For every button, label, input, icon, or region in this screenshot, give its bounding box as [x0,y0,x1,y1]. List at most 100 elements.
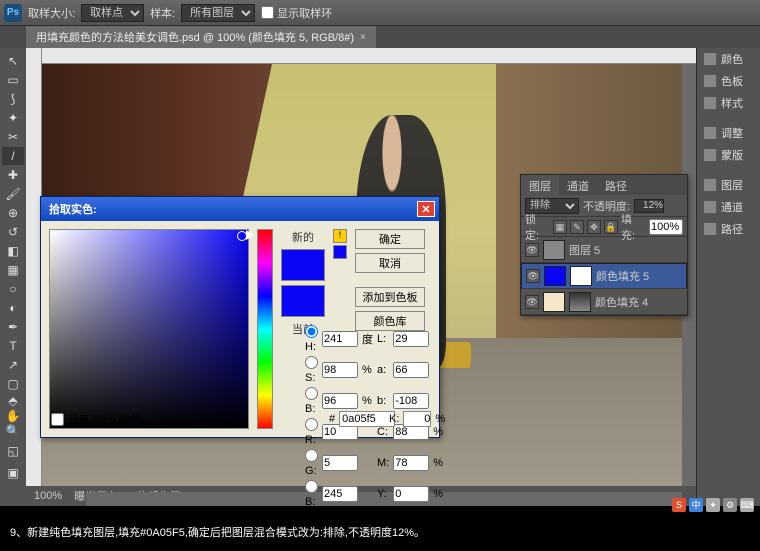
visibility-icon[interactable]: 👁 [525,243,539,257]
panel-paths[interactable]: 路径 [697,218,760,240]
tray-icon[interactable]: ✦ [706,498,720,512]
lock-label: 锁定: [525,211,550,243]
swatch-icon [703,74,717,88]
eyedropper-tool-icon[interactable]: / [2,147,24,165]
layers-panel: 图层 通道 路径 排除 不透明度: 锁定: ▦ ✎ ✥ 🔒 填充: 👁 图层 5… [520,174,688,316]
h-input[interactable] [322,331,358,347]
eyedropper-tool-icon[interactable]: Ps [4,4,22,22]
move-tool-icon[interactable]: ↖ [2,52,24,70]
pen-tool-icon[interactable]: ✒ [2,318,24,336]
gradient-tool-icon[interactable]: ▦ [2,261,24,279]
saturation-value-field[interactable] [49,229,249,429]
zoom-level[interactable]: 100% [34,490,62,502]
heal-tool-icon[interactable]: ✚ [2,166,24,184]
options-bar: Ps 取样大小: 取样点 样本: 所有图层 显示取样环 [0,0,760,26]
k-input[interactable] [403,411,431,427]
lock-trans-icon[interactable]: ▦ [553,220,567,234]
ok-button[interactable]: 确定 [355,229,425,249]
s-input[interactable] [322,362,358,378]
lock-all-icon[interactable]: 🔒 [604,220,618,234]
a-input[interactable] [393,362,429,378]
sample-select[interactable]: 所有图层 [181,4,255,22]
sample-size-select[interactable]: 取样点 [81,4,144,22]
tray-icon[interactable]: S [672,498,686,512]
tray-icon[interactable]: ⌨ [740,498,754,512]
bb-input[interactable] [322,486,358,502]
wand-tool-icon[interactable]: ✦ [2,109,24,127]
l-label: L: [377,333,389,345]
hex-label: # [329,413,335,425]
color-swap-icon[interactable]: ◱ [2,439,24,463]
web-only-checkbox[interactable]: 只有 Web 颜色 [51,411,141,427]
channels-icon [703,200,717,214]
eraser-tool-icon[interactable]: ◧ [2,242,24,260]
panel-channels[interactable]: 通道 [697,196,760,218]
close-button[interactable]: ✕ [417,201,435,217]
tab-channels[interactable]: 通道 [559,175,597,195]
h-radio[interactable]: H: [305,325,318,353]
fill-input[interactable] [649,219,683,235]
panel-mask[interactable]: 蒙版 [697,144,760,166]
shape-tool-icon[interactable]: ▢ [2,375,24,393]
layer-row[interactable]: 👁 颜色填充 4 [521,289,687,315]
panel-layers[interactable]: 图层 [697,174,760,196]
tab-layers[interactable]: 图层 [521,175,559,195]
type-tool-icon[interactable]: T [2,337,24,355]
lock-pos-icon[interactable]: ✥ [587,220,601,234]
stamp-tool-icon[interactable]: ⊕ [2,204,24,222]
tab-paths[interactable]: 路径 [597,175,635,195]
layers-icon [703,178,717,192]
dodge-tool-icon[interactable]: ◐ [2,299,24,317]
path-tool-icon[interactable]: ↗ [2,356,24,374]
3d-tool-icon[interactable]: ⬘ [2,394,24,408]
r-radio[interactable]: R: [305,418,318,446]
brush-tool-icon[interactable]: 🖌 [2,185,24,203]
crop-tool-icon[interactable]: ✂ [2,128,24,146]
ruler-horizontal[interactable] [42,48,696,64]
m-input[interactable] [393,455,429,471]
s-radio[interactable]: S: [305,356,318,384]
cancel-button[interactable]: 取消 [355,253,425,273]
hue-slider[interactable] [257,229,273,429]
fill-label: 填充: [621,211,646,243]
hand-tool-icon[interactable]: ✋ [2,409,24,423]
visibility-icon[interactable]: 👁 [525,295,539,309]
color-icon [703,52,717,66]
websafe-warning-icon[interactable] [333,245,347,259]
a-label: a: [377,364,389,376]
panel-adjust[interactable]: 调整 [697,122,760,144]
gamut-warning-icon[interactable]: ! [333,229,347,243]
g-input[interactable] [322,455,358,471]
hex-input[interactable] [339,411,395,427]
layer-row[interactable]: 👁 颜色填充 5 [521,263,687,289]
bb-radio[interactable]: B: [305,480,318,508]
add-swatch-button[interactable]: 添加到色板 [355,287,425,307]
quickmask-icon[interactable]: ▣ [2,464,24,482]
panel-color[interactable]: 颜色 [697,48,760,70]
b-radio[interactable]: B: [305,387,318,415]
tray-icon[interactable]: ⚙ [723,498,737,512]
lab-b-input[interactable] [393,393,429,409]
panel-styles[interactable]: 样式 [697,92,760,114]
lock-pixel-icon[interactable]: ✎ [570,220,584,234]
tray-icon[interactable]: 中 [689,498,703,512]
zoom-tool-icon[interactable]: 🔍 [2,424,24,438]
marquee-tool-icon[interactable]: ▭ [2,71,24,89]
l-input[interactable] [393,331,429,347]
y-input[interactable] [393,486,429,502]
sample-label: 样本: [150,5,175,21]
blur-tool-icon[interactable]: ○ [2,280,24,298]
document-title: 用填充颜色的方法给美女调色.psd @ 100% (颜色填充 5, RGB/8#… [36,29,354,45]
show-ring-checkbox[interactable]: 显示取样环 [261,5,332,21]
visibility-icon[interactable]: 👁 [526,269,540,283]
document-tabs: 用填充颜色的方法给美女调色.psd @ 100% (颜色填充 5, RGB/8#… [0,26,760,48]
layer-row[interactable]: 👁 图层 5 [521,237,687,263]
history-brush-icon[interactable]: ↺ [2,223,24,241]
document-tab[interactable]: 用填充颜色的方法给美女调色.psd @ 100% (颜色填充 5, RGB/8#… [26,26,376,48]
panel-swatches[interactable]: 色板 [697,70,760,92]
b-input[interactable] [322,393,358,409]
close-icon[interactable]: × [360,32,366,43]
lasso-tool-icon[interactable]: ⟆ [2,90,24,108]
mask-thumb [569,292,591,312]
g-radio[interactable]: G: [305,449,318,477]
